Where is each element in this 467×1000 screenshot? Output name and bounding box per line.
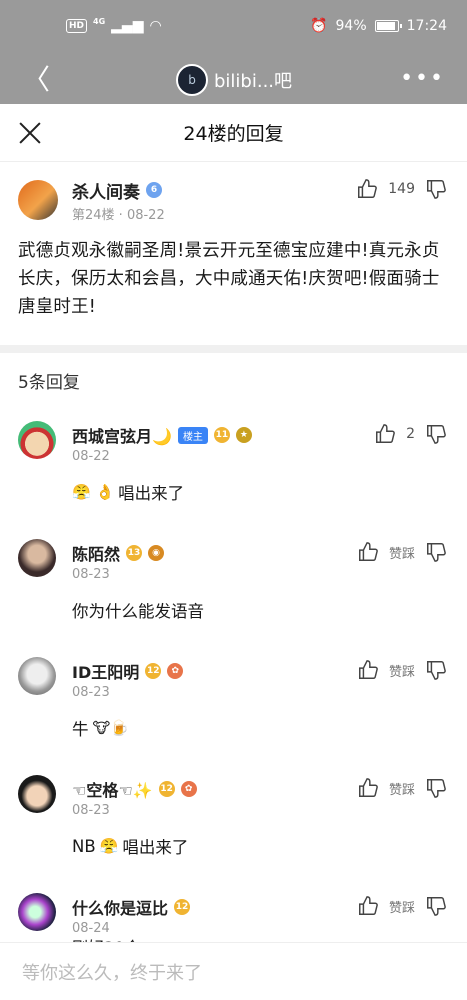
- thumb-up-icon[interactable]: [357, 777, 379, 799]
- like-count: 149: [388, 181, 415, 197]
- thumb-down-icon[interactable]: [425, 178, 447, 200]
- hd-indicator: HD: [66, 19, 88, 33]
- level-badge: 12: [145, 663, 162, 679]
- thumb-down-icon[interactable]: [425, 895, 447, 917]
- avatar[interactable]: [18, 775, 56, 813]
- like-box: 赞踩: [357, 659, 447, 681]
- level-badge: 11: [213, 427, 230, 443]
- medal-icon: ★: [235, 427, 252, 443]
- avatar[interactable]: [18, 539, 56, 577]
- forum-avatar[interactable]: b: [176, 64, 208, 96]
- reply-item: ID王阳明 12 ✿ 08-23 牛 🐮🍺 赞踩: [0, 643, 467, 761]
- sheet-title: 24楼的回复: [183, 123, 284, 145]
- reply-sheet: 24楼的回复 杀人间奏 6 第24楼 · 08-22 武德贞观永徽嗣圣周!景云开…: [0, 104, 467, 1000]
- main-post: 杀人间奏 6 第24楼 · 08-22 武德贞观永徽嗣圣周!景云开元至德宝应建中…: [0, 162, 467, 345]
- emoji: 😤: [99, 837, 119, 855]
- avatar[interactable]: [18, 421, 56, 459]
- reply-date: 08-24: [72, 921, 110, 936]
- reply-text: 牛: [72, 720, 89, 739]
- sheet-header: 24楼的回复: [0, 104, 467, 162]
- thumb-down-icon[interactable]: [425, 541, 447, 563]
- status-bar: HD 4G ▂▄▆ ◠ ⏰ 94% 17:24: [0, 0, 467, 52]
- thumb-down-icon[interactable]: [425, 423, 447, 445]
- reply-item: 西城宫弦月🌙 楼主 11 ★ 08-22 😤 👌 唱出来了 2: [0, 407, 467, 525]
- avatar[interactable]: [18, 657, 56, 695]
- thumb-up-icon[interactable]: [357, 895, 379, 917]
- back-icon[interactable]: 〈: [22, 58, 50, 98]
- network-type: 4G: [93, 16, 106, 26]
- like-box: 赞踩: [357, 777, 447, 799]
- like-box: 2: [374, 423, 447, 445]
- level-badge: 13: [126, 545, 143, 561]
- username[interactable]: 杀人间奏: [72, 178, 140, 203]
- reply-text-prefix: NB: [72, 836, 96, 856]
- battery-percent: 94%: [335, 18, 367, 34]
- reply-date: 08-23: [72, 567, 110, 582]
- thumb-up-icon[interactable]: [356, 178, 378, 200]
- reply-date: 08-22: [72, 449, 110, 464]
- forum-title[interactable]: bilibi...吧: [214, 67, 292, 93]
- reply-text: 你为什么能发语音: [72, 602, 204, 621]
- thumb-down-icon[interactable]: [425, 659, 447, 681]
- close-icon[interactable]: [16, 119, 44, 147]
- wifi-icon: ◠: [149, 18, 162, 34]
- level-badge: 12: [158, 781, 175, 797]
- username[interactable]: 陈陌然: [72, 541, 120, 565]
- medal-icon: ✿: [167, 663, 184, 679]
- like-label: 赞踩: [388, 900, 415, 916]
- medal-icon: ◉: [148, 545, 165, 561]
- reply-item: 陈陌然 13 ◉ 08-23 你为什么能发语音 赞踩: [0, 525, 467, 643]
- reply-item: ☜空格☜✨ 12 ✿ 08-23 NB 😤 唱出来了 赞踩: [0, 761, 467, 879]
- avatar[interactable]: [18, 180, 58, 220]
- thumb-up-icon[interactable]: [357, 541, 379, 563]
- username[interactable]: ☜空格☜✨: [72, 777, 153, 801]
- like-label: 赞踩: [388, 546, 415, 562]
- more-icon[interactable]: •••: [400, 66, 445, 91]
- post-meta: 第24楼 · 08-22: [72, 208, 165, 223]
- owner-badge: 楼主: [177, 426, 208, 444]
- background-page: HD 4G ▂▄▆ ◠ ⏰ 94% 17:24 〈 b bilibi...吧 •…: [0, 0, 467, 104]
- thumb-down-icon[interactable]: [425, 777, 447, 799]
- like-box: 149: [356, 178, 447, 200]
- like-label: 赞踩: [388, 664, 415, 680]
- reply-text: 唱出来了: [122, 838, 189, 857]
- reply-text: 唱出来了: [118, 484, 185, 503]
- username[interactable]: ID王阳明: [72, 659, 139, 683]
- username[interactable]: 什么你是逗比: [72, 895, 168, 919]
- reply-date: 08-23: [72, 685, 110, 700]
- thumb-up-icon[interactable]: [374, 423, 396, 445]
- level-badge: 12: [174, 899, 191, 915]
- signal-icon: ▂▄▆: [111, 18, 144, 34]
- avatar[interactable]: [18, 893, 56, 931]
- like-label: 赞踩: [388, 782, 415, 798]
- medal-icon: ✿: [180, 781, 197, 797]
- like-box: 赞踩: [357, 541, 447, 563]
- like-count: 2: [406, 426, 415, 442]
- level-badge: 6: [146, 182, 162, 198]
- emoji: 😤 👌: [72, 483, 115, 501]
- reply-date: 08-23: [72, 803, 110, 818]
- username[interactable]: 西城宫弦月🌙: [72, 423, 172, 447]
- post-text: 武德贞观永徽嗣圣周!景云开元至德宝应建中!真元永贞长庆，保历太和会昌，大中咸通天…: [18, 241, 440, 317]
- divider: [0, 345, 467, 353]
- emoji: 🐮🍺: [92, 719, 129, 737]
- reply-input[interactable]: 等你这么久，终于来了: [0, 942, 467, 1000]
- alarm-icon: ⏰: [310, 18, 328, 34]
- reply-input-placeholder: 等你这么久，终于来了: [22, 962, 202, 984]
- reply-count: 5条回复: [18, 372, 80, 393]
- like-box: 赞踩: [357, 895, 447, 917]
- thumb-up-icon[interactable]: [357, 659, 379, 681]
- battery-icon: [374, 20, 402, 32]
- clock: 17:24: [406, 18, 447, 34]
